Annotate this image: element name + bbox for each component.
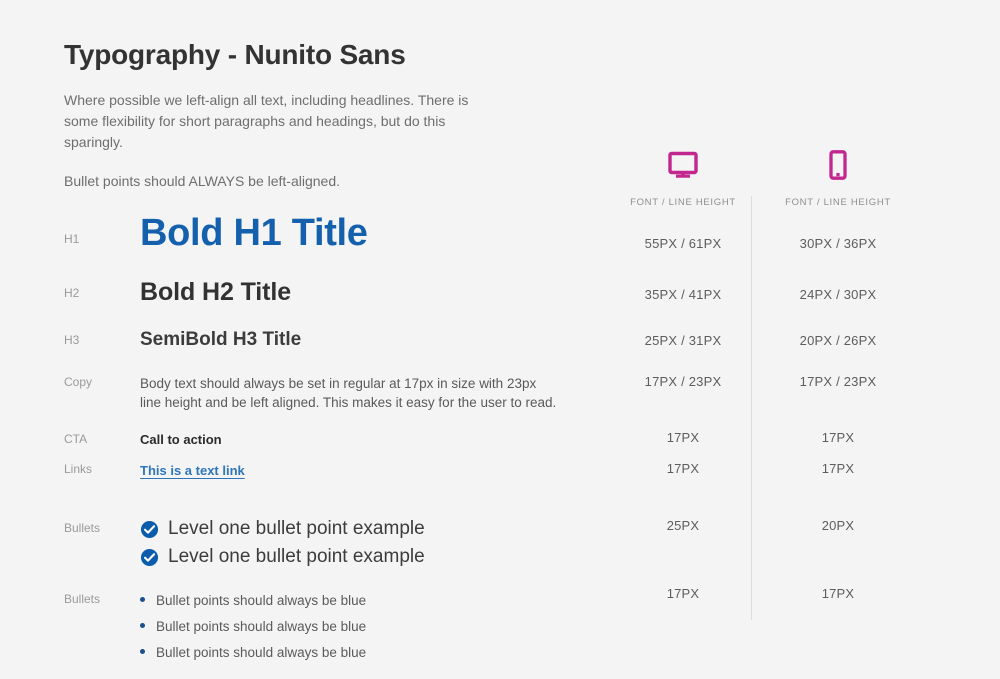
list-item-label: Bullet points should always be blue	[156, 619, 367, 634]
copy-sample-text: Body text should always be set in regula…	[140, 376, 557, 410]
bullets-dots-desktop-value: 17PX	[666, 586, 700, 601]
check-bullet-list: Level one bullet point example Level one…	[140, 515, 610, 571]
bullet-dot-icon	[140, 649, 145, 654]
bullet-dot-icon	[140, 597, 145, 602]
h2-sample-text: Bold H2 Title	[140, 278, 292, 306]
check-circle-icon	[140, 520, 159, 539]
intro-paragraph-1: Where possible we left-align all text, i…	[64, 92, 469, 150]
row-label-bullets-level-one: Bullets	[64, 521, 101, 535]
list-item: Bullet points should always be blue	[140, 617, 610, 637]
list-item: Level one bullet point example	[140, 543, 610, 571]
row-sample-bullets-level-one: Level one bullet point example Level one…	[140, 515, 610, 571]
cta-sample-text[interactable]: Call to action	[140, 432, 610, 447]
h1-desktop-value: 55PX / 61PX	[644, 236, 722, 251]
row-label-links: Links	[64, 462, 93, 476]
h3-mobile-value: 20PX / 26PX	[799, 333, 877, 348]
column-divider	[751, 196, 752, 620]
list-item-label: Bullet points should always be blue	[156, 645, 367, 660]
list-item: Level one bullet point example	[140, 515, 610, 543]
row-sample-h1: Bold H1 Title	[140, 212, 610, 254]
page-title: Typography - Nunito Sans	[64, 39, 406, 70]
device-column-mobile: FONT / LINE HEIGHT	[758, 150, 918, 210]
bullets-level-one-mobile-value: 20PX	[821, 518, 855, 533]
copy-mobile-value: 17PX / 23PX	[799, 374, 877, 389]
page-header: Typography - Nunito Sans Where possible …	[64, 38, 584, 192]
text-link-sample[interactable]: This is a text link	[140, 463, 245, 478]
list-item-label: Level one bullet point example	[168, 546, 425, 567]
row-label-copy: Copy	[64, 375, 93, 389]
row-label-h1: H1	[64, 232, 80, 246]
links-mobile-value: 17PX	[821, 461, 855, 476]
desktop-column-caption: FONT / LINE HEIGHT	[630, 197, 736, 208]
bullets-level-one-desktop-value: 25PX	[666, 518, 700, 533]
check-circle-icon	[140, 548, 159, 567]
intro-paragraph-2: Bullet points should ALWAYS be left-alig…	[64, 173, 341, 189]
row-sample-cta: Call to action	[140, 432, 610, 447]
h3-desktop-value: 25PX / 31PX	[644, 333, 722, 348]
cta-desktop-value: 17PX	[666, 430, 700, 445]
list-item-label: Level one bullet point example	[168, 518, 425, 539]
desktop-monitor-icon	[603, 150, 763, 182]
row-label-cta: CTA	[64, 432, 88, 446]
h1-sample-text: Bold H1 Title	[140, 212, 368, 254]
row-sample-bullets-dots: Bullet points should always be blue Bull…	[140, 591, 610, 669]
list-item: Bullet points should always be blue	[140, 643, 610, 663]
list-item: Bullet points should always be blue	[140, 591, 610, 611]
row-sample-copy: Body text should always be set in regula…	[140, 374, 610, 412]
links-desktop-value: 17PX	[666, 461, 700, 476]
h2-desktop-value: 35PX / 41PX	[644, 287, 722, 302]
h1-mobile-value: 30PX / 36PX	[799, 236, 877, 251]
bullet-dot-icon	[140, 623, 145, 628]
row-label-h3: H3	[64, 333, 80, 347]
cta-mobile-value: 17PX	[821, 430, 855, 445]
mobile-column-caption: FONT / LINE HEIGHT	[785, 197, 891, 208]
device-column-headers: FONT / LINE HEIGHT FONT / LINE HEIGHT	[600, 150, 940, 210]
bullets-dots-mobile-value: 17PX	[821, 586, 855, 601]
device-column-desktop: FONT / LINE HEIGHT	[603, 150, 763, 210]
dot-bullet-list: Bullet points should always be blue Bull…	[140, 591, 610, 663]
list-item-label: Bullet points should always be blue	[156, 593, 367, 608]
row-sample-links: This is a text link	[140, 462, 610, 480]
mobile-phone-icon	[758, 150, 918, 182]
h2-mobile-value: 24PX / 30PX	[799, 287, 877, 302]
row-label-h2: H2	[64, 286, 80, 300]
row-label-bullets-dots: Bullets	[64, 592, 101, 606]
row-sample-h3: SemiBold H3 Title	[140, 328, 610, 352]
copy-desktop-value: 17PX / 23PX	[644, 374, 722, 389]
h3-sample-text: SemiBold H3 Title	[140, 329, 302, 350]
row-sample-h2: Bold H2 Title	[140, 277, 610, 307]
